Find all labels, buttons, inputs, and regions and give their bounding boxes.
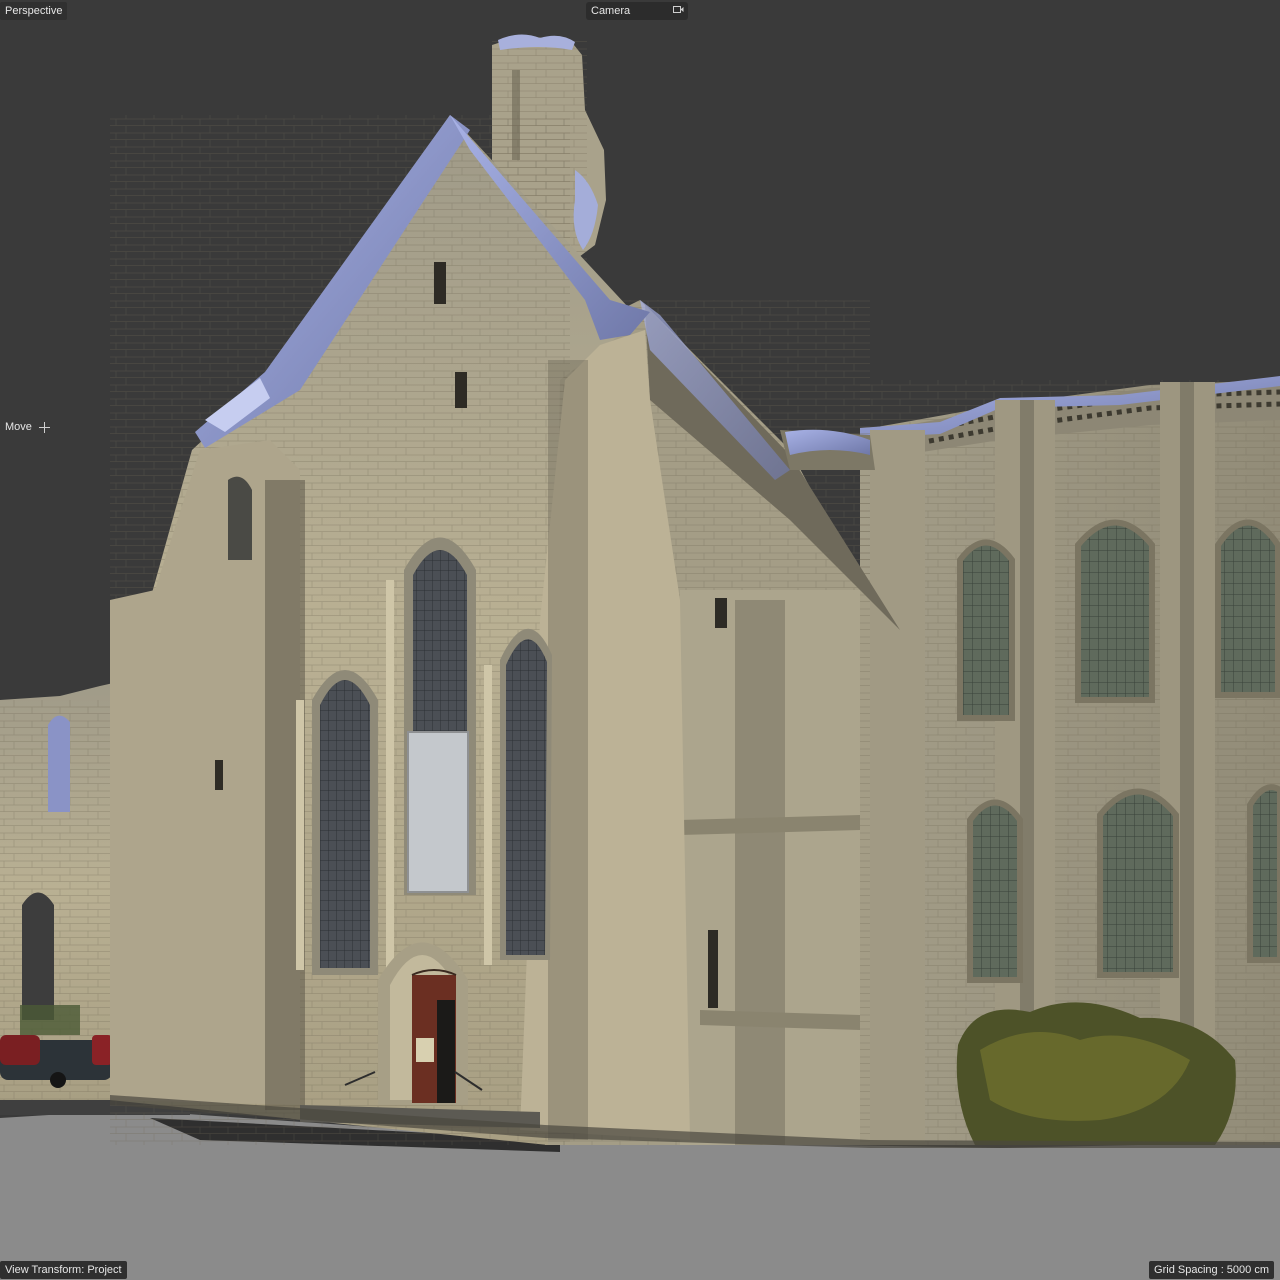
move-tool-indicator[interactable]: Move xyxy=(0,418,55,436)
grid-spacing-status: Grid Spacing : 5000 cm xyxy=(1149,1261,1274,1279)
camera-icon xyxy=(673,6,684,13)
move-gizmo-icon xyxy=(38,421,50,433)
move-tool-label: Move xyxy=(5,421,32,433)
camera-selector[interactable]: Camera xyxy=(586,2,688,20)
view-mode-label[interactable]: Perspective xyxy=(0,2,68,20)
camera-label: Camera xyxy=(591,5,631,17)
3d-viewport[interactable]: Perspective Camera Move View Transform: … xyxy=(0,0,1280,1280)
church-model[interactable] xyxy=(0,0,1280,1280)
view-transform-status: View Transform: Project xyxy=(0,1261,127,1279)
